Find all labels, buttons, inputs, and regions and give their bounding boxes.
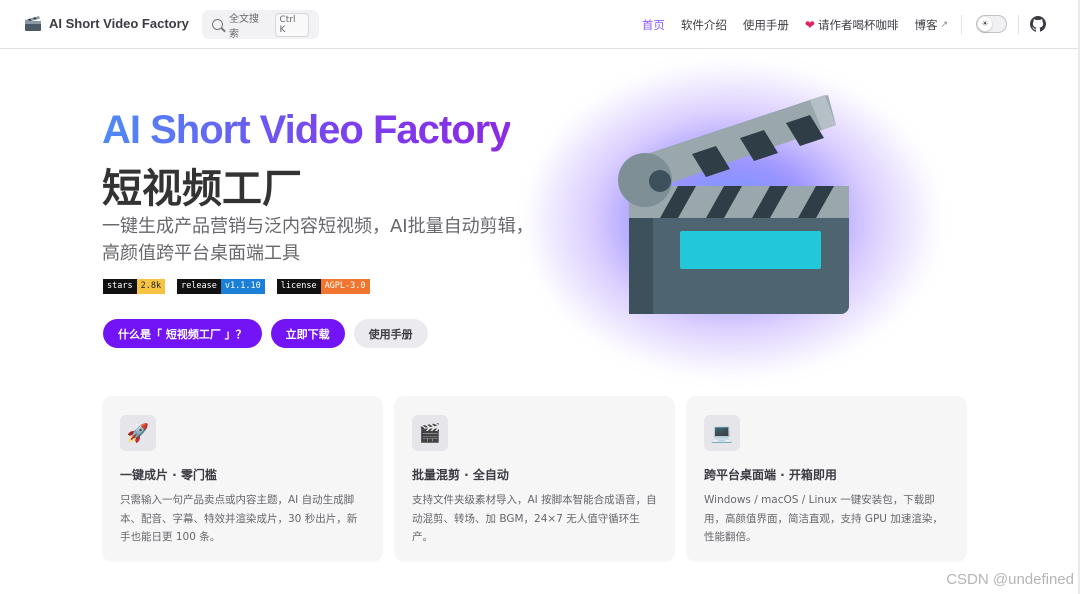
feature-card: 💻 跨平台桌面端 · 开箱即用 Windows / macOS / Linux … <box>686 396 967 562</box>
rocket-icon: 🚀 <box>120 415 156 451</box>
external-link-icon: ↗ <box>940 19 948 30</box>
search-button[interactable]: 全文搜索 Ctrl K <box>202 10 319 40</box>
feature-card: 🎬 批量混剪 · 全自动 支持文件夹级素材导入，AI 按脚本智能合成语音，自动混… <box>394 396 675 562</box>
hero-title-cn: 短视频工厂 <box>102 166 302 212</box>
theme-toggle[interactable]: ☀ <box>976 15 1007 33</box>
feature-desc: 支持文件夹级素材导入，AI 按脚本智能合成语音，自动混剪、转场、加 BGM，24… <box>412 494 657 543</box>
search-placeholder: 全文搜索 <box>229 13 259 40</box>
hero-actions: 什么是「 短视频工厂 」？ 立即下载 使用手册 <box>103 319 428 348</box>
what-is-button[interactable]: 什么是「 短视频工厂 」？ <box>103 319 262 348</box>
badge-value: 2.8k <box>136 279 166 294</box>
feature-title: 跨平台桌面端 · 开箱即用 <box>704 468 837 482</box>
stars-badge[interactable]: stars 2.8k <box>103 279 166 294</box>
github-icon[interactable] <box>1030 16 1046 32</box>
search-shortcut: Ctrl K <box>274 12 309 37</box>
brand-title: AI Short Video Factory <box>49 15 189 31</box>
nav-link-label: 首页 <box>641 17 665 32</box>
badge-key: release <box>177 279 221 294</box>
feature-desc: Windows / macOS / Linux 一键安装包，下载即用，高颜值界面… <box>704 494 943 543</box>
feature-title: 一键成片 · 零门槛 <box>120 468 217 482</box>
sun-icon: ☀ <box>978 17 992 31</box>
badges: stars 2.8k release v1.1.10 license AGPL-… <box>103 279 370 294</box>
nav-link-label: 请作者喝杯咖啡 <box>817 17 899 32</box>
nav-link-label: 博客 <box>914 17 938 32</box>
nav-links: 首页 软件介绍 使用手册 ❤ 请作者喝杯咖啡 博客 ↗ <box>642 0 948 49</box>
nav-link-label: 使用手册 <box>742 17 789 32</box>
feature-card: 🚀 一键成片 · 零门槛 只需输入一句产品卖点或内容主题，AI 自动生成脚本、配… <box>102 396 383 562</box>
feature-desc: 只需输入一句产品卖点或内容主题，AI 自动生成脚本、配音、字幕、特效并渲染成片，… <box>120 494 358 543</box>
nav-link-manual[interactable]: 使用手册 <box>743 17 789 33</box>
nav-link-home[interactable]: 首页 <box>642 17 665 33</box>
release-badge[interactable]: release v1.1.10 <box>177 279 265 294</box>
nav-link-sponsor[interactable]: ❤ 请作者喝杯咖啡 <box>805 17 899 33</box>
hero-tagline: 一键生成产品营销与泛内容短视频，AI批量自动剪辑，高颜值跨平台桌面端工具 <box>102 216 534 264</box>
clapperboard-logo-icon <box>25 16 41 31</box>
badge-key: license <box>276 279 321 294</box>
top-nav: AI Short Video Factory 全文搜索 Ctrl K 首页 软件… <box>0 0 1080 49</box>
manual-button[interactable]: 使用手册 <box>353 319 428 348</box>
download-button[interactable]: 立即下载 <box>270 319 345 348</box>
brand-link[interactable]: AI Short Video Factory <box>24 14 189 32</box>
feature-title: 批量混剪 · 全自动 <box>412 468 509 482</box>
nav-link-label: 软件介绍 <box>680 17 727 32</box>
clapperboard-icon <box>618 95 849 314</box>
watermark: CSDN @undefined <box>946 571 1074 588</box>
nav-link-intro[interactable]: 软件介绍 <box>681 17 727 33</box>
laptop-icon: 💻 <box>704 415 740 451</box>
badge-key: stars <box>103 279 137 294</box>
nav-divider <box>1018 15 1019 34</box>
heart-icon: ❤ <box>804 17 815 32</box>
hero-title-en: AI Short Video Factory <box>102 108 511 152</box>
clapper-icon: 🎬 <box>412 415 448 451</box>
nav-link-blog[interactable]: 博客 ↗ <box>914 17 948 33</box>
badge-value: v1.1.10 <box>220 279 265 294</box>
license-badge[interactable]: license AGPL-3.0 <box>276 279 370 294</box>
nav-divider <box>961 15 962 34</box>
search-icon <box>212 19 223 30</box>
badge-value: AGPL-3.0 <box>320 279 370 294</box>
